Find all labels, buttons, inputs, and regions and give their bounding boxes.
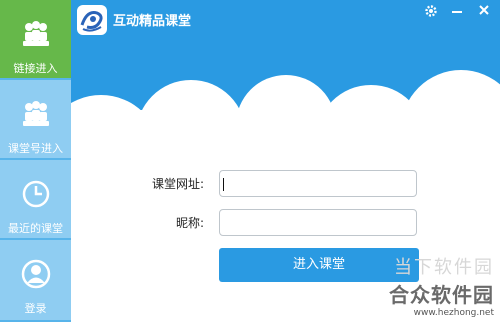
watermark: 当下软件园 合众软件园 www.hezhong.net <box>389 253 494 318</box>
nickname-input[interactable] <box>219 209 417 236</box>
watermark-line2: 合众软件园 <box>389 283 494 307</box>
nav-recent-classes[interactable]: 最近的课堂 <box>0 160 71 240</box>
nav-recent-classes-label: 最近的课堂 <box>8 222 63 235</box>
url-input[interactable] <box>219 170 417 197</box>
close-button[interactable] <box>475 4 493 20</box>
nav-link-entry[interactable]: 链接进入 <box>0 0 71 80</box>
app-logo <box>77 5 107 35</box>
gear-icon <box>425 5 437 17</box>
main-panel: 互动精品课堂 课堂网址: 昵称: 进入课堂 当下软件园 合众软件园 www.he… <box>71 0 500 320</box>
settings-button[interactable] <box>422 4 440 20</box>
app-title: 互动精品课堂 <box>113 14 192 29</box>
minimize-button[interactable] <box>448 4 466 20</box>
nav-room-number-entry-label: 课堂号进入 <box>8 142 63 155</box>
group-icon <box>23 21 49 46</box>
nickname-label: 昵称: <box>175 216 204 230</box>
watermark-line1: 当下软件园 <box>394 257 494 278</box>
sidebar: 链接进入 课堂号进入 最近的课堂 登录 <box>0 0 71 322</box>
minimize-icon <box>452 11 462 13</box>
clock-icon <box>22 180 50 208</box>
nav-link-entry-label: 链接进入 <box>13 62 58 75</box>
nav-room-number-entry[interactable]: 课堂号进入 <box>0 80 71 160</box>
text-caret <box>223 178 224 191</box>
nav-login[interactable]: 登录 <box>0 240 71 322</box>
url-label: 课堂网址: <box>151 177 204 191</box>
close-icon <box>479 5 489 15</box>
nav-login-label: 登录 <box>24 302 47 315</box>
watermark-url: www.hezhong.net <box>413 308 494 318</box>
user-icon <box>21 259 51 289</box>
group-icon <box>23 101 49 126</box>
clouds-decoration <box>71 70 500 180</box>
